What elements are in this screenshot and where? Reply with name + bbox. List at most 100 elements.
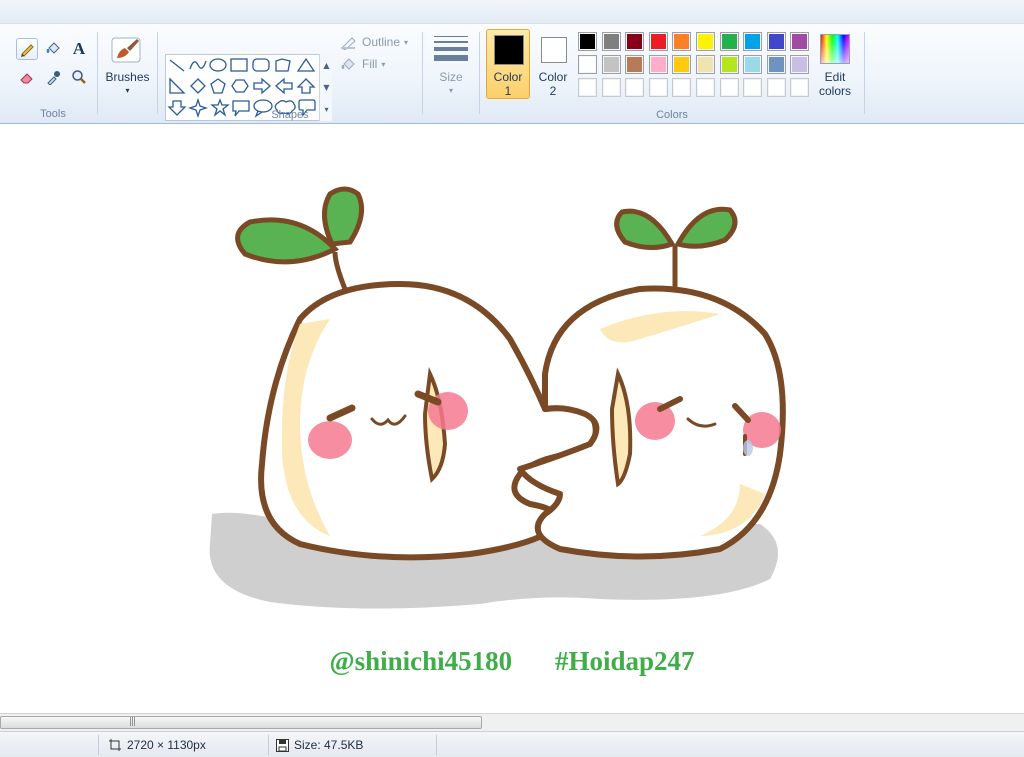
color-picker-icon[interactable] bbox=[42, 66, 64, 88]
brushes-dropdown-icon: ▾ bbox=[125, 86, 130, 95]
palette-swatch-color bbox=[650, 57, 666, 72]
shapes-group-label: Shapes bbox=[271, 109, 309, 121]
palette-swatch[interactable] bbox=[719, 32, 739, 51]
ribbon-separator bbox=[864, 32, 865, 114]
palette-swatch[interactable] bbox=[648, 32, 668, 51]
palette-swatch-color bbox=[792, 80, 808, 95]
size-button[interactable]: Size ▾ bbox=[428, 28, 474, 122]
outline-label: Outline bbox=[362, 35, 401, 49]
palette-swatch-color bbox=[768, 34, 784, 49]
scrollbar-thumb[interactable]: ||| bbox=[0, 716, 482, 729]
drawing-canvas[interactable]: @shinichi45180 #Hoidap247 bbox=[0, 124, 1024, 714]
palette-swatch[interactable] bbox=[696, 32, 715, 51]
palette-swatch-color bbox=[745, 80, 761, 95]
palette-swatch[interactable] bbox=[790, 78, 810, 97]
credit-left: @shinichi45180 bbox=[329, 646, 513, 676]
palette-swatch[interactable] bbox=[601, 55, 621, 74]
palette-swatch[interactable] bbox=[672, 55, 692, 74]
palette-swatch[interactable] bbox=[648, 78, 668, 97]
palette-swatch[interactable] bbox=[719, 55, 739, 74]
fill-dropdown-icon: ▾ bbox=[381, 59, 386, 69]
palette-swatch-color bbox=[580, 57, 595, 72]
horizontal-scrollbar[interactable]: ||| bbox=[0, 713, 1024, 731]
palette-swatch-color bbox=[650, 80, 666, 95]
palette-swatch-color bbox=[745, 34, 761, 49]
scroll-down-icon[interactable]: ▼ bbox=[320, 76, 333, 98]
palette-swatch-color bbox=[674, 57, 690, 72]
file-size-text: Size: 47.5KB bbox=[294, 738, 364, 752]
palette-swatch-color bbox=[603, 80, 619, 95]
scroll-up-icon[interactable]: ▲ bbox=[320, 54, 333, 76]
status-bar: 2720 × 1130px Size: 47.5KB bbox=[0, 731, 1024, 757]
palette-swatch[interactable] bbox=[625, 32, 645, 51]
pencil-icon[interactable] bbox=[16, 38, 38, 60]
palette-swatch[interactable] bbox=[766, 55, 786, 74]
ribbon-separator bbox=[157, 32, 158, 114]
palette-swatch[interactable] bbox=[578, 78, 597, 97]
palette-swatch[interactable] bbox=[766, 78, 786, 97]
palette-swatch-color bbox=[721, 34, 737, 49]
palette-swatch[interactable] bbox=[743, 78, 763, 97]
palette-swatch[interactable] bbox=[672, 32, 692, 51]
color1-label: Color 1 bbox=[493, 70, 523, 98]
palette-swatch-color bbox=[721, 80, 737, 95]
palette-swatch[interactable] bbox=[696, 55, 715, 74]
palette-swatch[interactable] bbox=[766, 32, 786, 51]
credits-text: @shinichi45180 #Hoidap247 bbox=[0, 646, 1024, 677]
palette-swatch[interactable] bbox=[601, 78, 621, 97]
palette-swatch[interactable] bbox=[578, 55, 597, 74]
palette-swatch-color bbox=[603, 57, 619, 72]
palette-swatch-color bbox=[698, 57, 713, 72]
fill-icon bbox=[341, 58, 355, 70]
fill-dropdown[interactable]: Fill ▾ bbox=[340, 56, 385, 72]
palette-swatch-color bbox=[768, 80, 784, 95]
palette-swatch[interactable] bbox=[790, 55, 810, 74]
ribbon-separator bbox=[422, 32, 423, 114]
text-icon[interactable]: A bbox=[68, 38, 90, 60]
palette-swatch-color bbox=[580, 34, 595, 49]
tools-group-label: Tools bbox=[40, 108, 66, 120]
palette-swatch[interactable] bbox=[790, 32, 810, 51]
colors-group-label: Colors bbox=[656, 109, 688, 121]
palette-swatch[interactable] bbox=[696, 78, 715, 97]
palette-swatch[interactable] bbox=[625, 78, 645, 97]
color2-swatch bbox=[541, 37, 567, 63]
size-lines-icon bbox=[434, 36, 468, 61]
status-separator bbox=[268, 735, 269, 755]
eraser-icon[interactable] bbox=[16, 66, 38, 88]
palette-swatch-color bbox=[650, 34, 666, 49]
palette-swatch-color bbox=[627, 34, 643, 49]
magnifier-icon[interactable] bbox=[68, 66, 90, 88]
canvas-dimensions: 2720 × 1130px bbox=[108, 738, 206, 752]
palette-swatch-color bbox=[580, 80, 595, 95]
palette-swatch[interactable] bbox=[672, 78, 692, 97]
palette-swatch-color bbox=[792, 34, 808, 49]
right-bun bbox=[517, 206, 786, 560]
color1-swatch bbox=[494, 35, 524, 65]
fill-label: Fill bbox=[362, 57, 378, 71]
color2-button[interactable]: Color 2 bbox=[531, 29, 575, 99]
color-spectrum-icon bbox=[820, 34, 850, 64]
color1-button[interactable]: Color 1 bbox=[486, 29, 530, 99]
fill-bucket-icon[interactable] bbox=[42, 38, 64, 60]
left-bun bbox=[235, 186, 599, 561]
edit-colors-button[interactable]: Edit colors bbox=[812, 28, 858, 122]
edit-colors-label: Edit colors bbox=[818, 70, 851, 98]
palette-swatch[interactable] bbox=[743, 55, 763, 74]
palette-swatch-color bbox=[792, 57, 808, 72]
palette-swatch[interactable] bbox=[743, 32, 763, 51]
outline-icon bbox=[341, 37, 356, 50]
palette-swatch-color bbox=[721, 57, 737, 72]
palette-swatch[interactable] bbox=[601, 32, 621, 51]
sprout-buns-drawing bbox=[209, 186, 786, 609]
palette-swatch[interactable] bbox=[719, 78, 739, 97]
outline-dropdown[interactable]: Outline ▾ bbox=[340, 34, 408, 50]
palette-swatch[interactable] bbox=[648, 55, 668, 74]
size-dropdown-icon: ▾ bbox=[448, 86, 453, 95]
credit-right: #Hoidap247 bbox=[554, 646, 695, 676]
status-separator bbox=[436, 735, 437, 755]
brushes-button[interactable]: Brushes ▾ bbox=[100, 28, 155, 122]
palette-swatch[interactable] bbox=[625, 55, 645, 74]
ribbon-tab-strip bbox=[0, 0, 1024, 24]
palette-swatch[interactable] bbox=[578, 32, 597, 51]
